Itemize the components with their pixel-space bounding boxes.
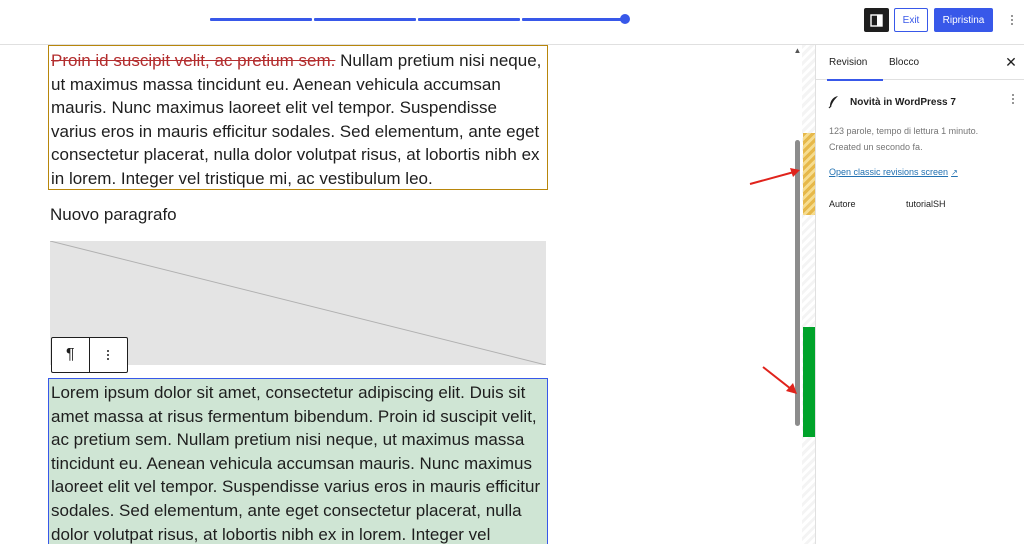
timeline-segment[interactable] <box>418 18 520 21</box>
scroll-up-arrow-icon[interactable]: ▲ <box>793 46 802 55</box>
external-link-icon: ↗ <box>951 168 958 177</box>
restore-button[interactable]: Ripristina <box>934 8 993 32</box>
revisions-timeline-slider[interactable] <box>210 14 630 24</box>
sidebar-toggle-icon <box>870 13 883 27</box>
timeline-segment[interactable] <box>210 18 312 21</box>
author-label: Autore <box>829 199 856 209</box>
paragraph-icon: ¶ <box>65 346 75 363</box>
block-options-button[interactable] <box>90 338 128 372</box>
vertical-ellipsis-icon <box>1011 15 1013 17</box>
added-change-marker[interactable] <box>803 327 815 437</box>
tab-revision[interactable]: Revision <box>826 45 884 81</box>
timeline-segment[interactable] <box>522 18 624 21</box>
removed-change-marker[interactable] <box>803 133 815 215</box>
exit-button[interactable]: Exit <box>894 8 928 32</box>
sidebar-tabs: Revision Blocco ✕ <box>816 45 1024 81</box>
document-title: Novità in WordPress 7 <box>850 96 956 108</box>
block-toolbar: ¶ <box>51 337 128 373</box>
classic-revisions-link-text[interactable]: Open classic revisions screen <box>829 167 948 177</box>
document-options-button[interactable] <box>1012 94 1014 104</box>
top-bar: Exit Ripristina <box>0 0 1024 45</box>
classic-revisions-link[interactable]: Open classic revisions screen ↗ <box>829 167 958 177</box>
paragraph-text: Nullam pretium nisi neque, ut maximus ma… <box>51 51 542 188</box>
paragraph-transform-button[interactable]: ¶ <box>52 338 90 372</box>
document-meta: 123 parole, tempo di lettura 1 minuto. C… <box>829 123 1017 155</box>
author-row: Autore tutorialSH <box>829 199 946 209</box>
removed-paragraph-block[interactable]: Proin id suscipit velit, ac pretium sem.… <box>48 45 548 190</box>
tab-blocco[interactable]: Blocco <box>889 45 919 80</box>
vertical-ellipsis-icon <box>107 350 110 360</box>
revision-minimap <box>802 45 815 544</box>
toggle-sidebar-button[interactable] <box>864 8 889 32</box>
feather-icon <box>828 96 838 109</box>
timeline-segment[interactable] <box>314 18 416 21</box>
document-header: Novità in WordPress 7 <box>828 93 1016 111</box>
added-paragraph-block[interactable]: Lorem ipsum dolor sit amet, consectetur … <box>48 378 548 544</box>
settings-sidebar: Revision Blocco ✕ Novità in WordPress 7 … <box>815 45 1024 544</box>
options-menu-button[interactable] <box>1006 10 1018 30</box>
editor-canvas: Proin id suscipit velit, ac pretium sem.… <box>0 45 815 544</box>
scrollbar-thumb[interactable] <box>795 140 800 426</box>
author-value: tutorialSH <box>906 199 946 209</box>
word-count-text: 123 parole, tempo di lettura 1 minuto. <box>829 126 979 136</box>
deleted-text: Proin id suscipit velit, ac pretium sem. <box>51 51 336 70</box>
created-text: Created un secondo fa. <box>829 142 923 152</box>
new-paragraph-block[interactable]: Nuovo paragrafo <box>50 205 177 225</box>
timeline-handle[interactable] <box>620 14 630 24</box>
close-icon[interactable]: ✕ <box>1004 55 1018 69</box>
